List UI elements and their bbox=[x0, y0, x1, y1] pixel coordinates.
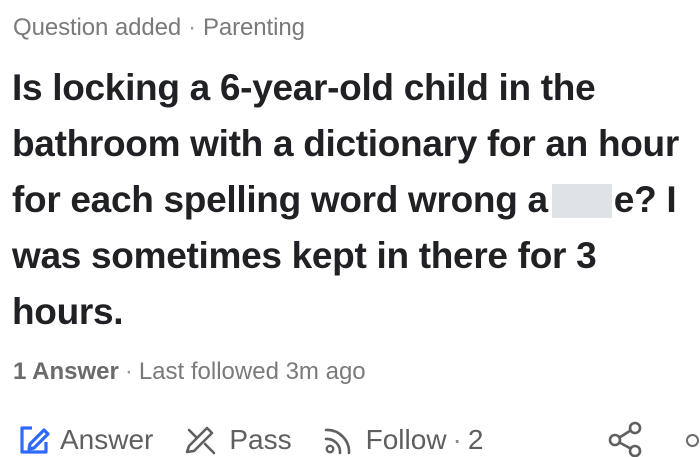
stats-separator: · bbox=[124, 358, 133, 385]
redaction-block bbox=[551, 184, 612, 218]
follow-count: 2 bbox=[467, 424, 484, 455]
share-button[interactable] bbox=[606, 419, 646, 457]
last-followed: Last followed 3m ago bbox=[138, 358, 366, 385]
more-icon[interactable] bbox=[686, 434, 699, 447]
pass-button[interactable]: Pass bbox=[181, 422, 292, 457]
follow-button-label: Follow bbox=[365, 424, 447, 455]
question-line: Is locking a 6-year-old child in the bbox=[12, 67, 596, 108]
question-line: for each spelling word wrong a e? I bbox=[12, 172, 700, 228]
share-icon bbox=[608, 421, 642, 457]
question-line: bathroom with a dictionary for an hour bbox=[12, 123, 679, 164]
action-bar: Answer Pass Follow · 2 bbox=[16, 418, 511, 457]
pencil-cross-icon bbox=[186, 426, 216, 455]
question-line-part: for each spelling word wrong a bbox=[12, 179, 548, 220]
rss-icon bbox=[324, 428, 350, 455]
answer-button-label: Answer bbox=[60, 424, 154, 455]
question-status: Question added bbox=[13, 14, 182, 41]
follow-button[interactable]: Follow · 2 bbox=[320, 422, 484, 457]
topic-link[interactable]: Parenting bbox=[203, 14, 305, 41]
question-line-part: e? I bbox=[613, 179, 677, 220]
question-meta: Question added · Parenting bbox=[13, 14, 305, 42]
meta-separator: · bbox=[188, 14, 196, 41]
pencil-square-icon bbox=[20, 426, 50, 454]
question-card: Question added · Parenting Is locking a 6-… bbox=[0, 0, 700, 457]
question-line: was sometimes kept in there for 3 bbox=[12, 235, 597, 276]
answer-count-link[interactable]: 1 Answer bbox=[13, 358, 119, 385]
question-stats: 1 Answer · Last followed 3m ago bbox=[13, 358, 366, 386]
question-title[interactable]: Is locking a 6-year-old child in the bat… bbox=[12, 60, 700, 340]
pass-button-label: Pass bbox=[229, 424, 292, 455]
follow-separator: · bbox=[452, 424, 462, 455]
question-line: hours. bbox=[12, 291, 124, 332]
answer-button[interactable]: Answer bbox=[16, 422, 153, 457]
